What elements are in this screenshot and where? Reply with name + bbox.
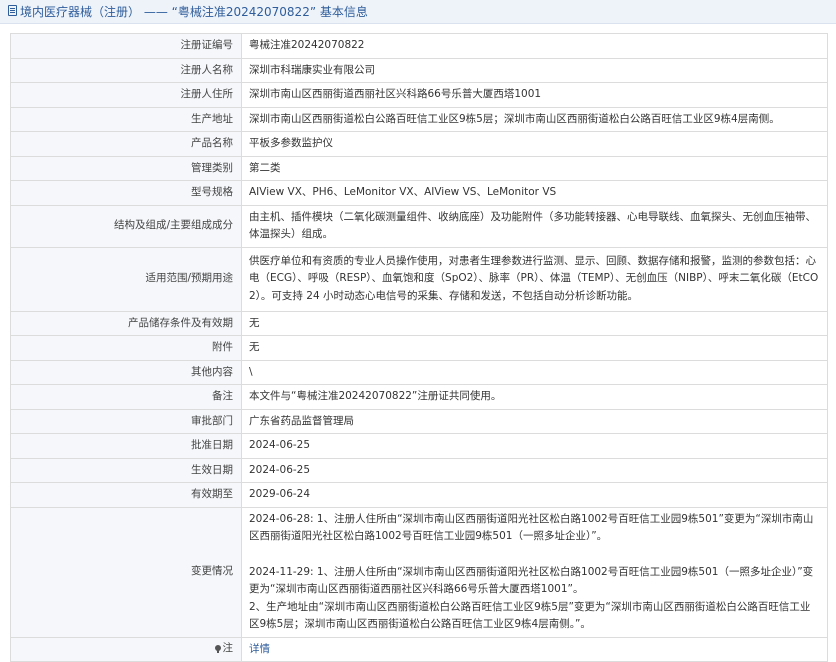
row-value: 供医疗单位和有资质的专业人员操作使用，对患者生理参数进行监测、显示、回顾、数据存… bbox=[241, 246, 828, 312]
note-label: 注 bbox=[214, 640, 234, 658]
change-history: 2024-06-28: 1、注册人住所由“深圳市南山区西丽街道阳光社区松白路10… bbox=[241, 506, 828, 638]
row-value: 第二类 bbox=[241, 155, 828, 181]
table-row-changes: 变更情况 2024-06-28: 1、注册人住所由“深圳市南山区西丽街道阳光社区松… bbox=[10, 506, 828, 638]
row-value: 本文件与“粤械注准20242070822”注册证共同使用。 bbox=[241, 384, 828, 410]
row-value: 2029-06-24 bbox=[241, 482, 828, 508]
row-label: 产品名称 bbox=[10, 131, 242, 157]
change-entry: 2024-06-28: 1、注册人住所由“深圳市南山区西丽街道阳光社区松白路10… bbox=[249, 512, 814, 543]
row-label: 其他内容 bbox=[10, 359, 242, 385]
row-value: 无 bbox=[241, 335, 828, 361]
table-row: 适用范围/预期用途 供医疗单位和有资质的专业人员操作使用，对患者生理参数进行监测、… bbox=[10, 246, 828, 312]
row-label: 结构及组成/主要组成成分 bbox=[10, 204, 242, 248]
document-icon bbox=[8, 5, 17, 16]
table-row: 生效日期 2024-06-25 bbox=[10, 457, 828, 483]
row-label: 变更情况 bbox=[10, 506, 242, 638]
change-entry: 2024-11-29: 1、注册人住所由“深圳市南山区西丽街道阳光社区松白路10… bbox=[249, 565, 814, 631]
row-value: 无 bbox=[241, 310, 828, 336]
table-row: 备注 本文件与“粤械注准20242070822”注册证共同使用。 bbox=[10, 384, 828, 410]
table-row: 型号规格 AIView VX、PH6、LeMonitor VX、AIView VS… bbox=[10, 180, 828, 206]
row-label: 产品储存条件及有效期 bbox=[10, 310, 242, 336]
page-title: 境内医疗器械（注册） —— “粤械注准20242070822” 基本信息 bbox=[20, 5, 368, 19]
note-value: 详情 bbox=[241, 636, 828, 662]
row-label: 生效日期 bbox=[10, 457, 242, 483]
row-value: 2024-06-25 bbox=[241, 457, 828, 483]
note-label-cell: 注 bbox=[10, 636, 242, 662]
row-value: 平板多参数监护仪 bbox=[241, 131, 828, 157]
row-label: 注册人住所 bbox=[10, 82, 242, 108]
row-value: 广东省药品监督管理局 bbox=[241, 408, 828, 434]
table-row: 产品名称 平板多参数监护仪 bbox=[10, 131, 828, 157]
table-row: 生产地址 深圳市南山区西丽街道松白公路百旺信工业区9栋5层；深圳市南山区西丽街道松… bbox=[10, 106, 828, 132]
pin-icon bbox=[214, 644, 221, 653]
row-label: 批准日期 bbox=[10, 433, 242, 459]
row-value: AIView VX、PH6、LeMonitor VX、AIView VS、LeM… bbox=[241, 180, 828, 206]
row-label: 生产地址 bbox=[10, 106, 242, 132]
page-header: 境内医疗器械（注册） —— “粤械注准20242070822” 基本信息 bbox=[0, 0, 836, 24]
row-value: 深圳市科瑞康实业有限公司 bbox=[241, 57, 828, 83]
table-row: 产品储存条件及有效期无 bbox=[10, 310, 828, 336]
row-label: 管理类别 bbox=[10, 155, 242, 181]
row-value: 粤械注准20242070822 bbox=[241, 33, 828, 59]
row-value: 深圳市南山区西丽街道松白公路百旺信工业区9栋5层；深圳市南山区西丽街道松白公路百… bbox=[241, 106, 828, 132]
table-row: 审批部门 广东省药品监督管理局 bbox=[10, 408, 828, 434]
table-row: 有效期至 2029-06-24 bbox=[10, 482, 828, 508]
table-row: 注册人名称 深圳市科瑞康实业有限公司 bbox=[10, 57, 828, 83]
row-value: 2024-06-25 bbox=[241, 433, 828, 459]
table-row: 附件无 bbox=[10, 335, 828, 361]
row-label: 备注 bbox=[10, 384, 242, 410]
table-row: 其他内容 \ bbox=[10, 359, 828, 385]
row-label: 注册证编号 bbox=[10, 33, 242, 59]
row-label: 适用范围/预期用途 bbox=[10, 246, 242, 312]
info-table: 注册证编号 粤械注准20242070822 注册人名称 深圳市科瑞康实业有限公司 注册人… bbox=[10, 33, 828, 662]
row-value: 由主机、插件模块（二氧化碳测量组件、收纳底座）及功能附件（多功能转接器、心电导联… bbox=[241, 204, 828, 248]
row-label: 附件 bbox=[10, 335, 242, 361]
table-row: 注册人住所 深圳市南山区西丽街道西丽社区兴科路66号乐普大厦西塔1001 bbox=[10, 82, 828, 108]
table-row: 管理类别 第二类 bbox=[10, 155, 828, 181]
table-row: 结构及组成/主要组成成分 由主机、插件模块（二氧化碳测量组件、收纳底座）及功能附件… bbox=[10, 204, 828, 248]
row-label: 审批部门 bbox=[10, 408, 242, 434]
table-row: 注册证编号 粤械注准20242070822 bbox=[10, 33, 828, 59]
row-label: 型号规格 bbox=[10, 180, 242, 206]
row-label: 有效期至 bbox=[10, 482, 242, 508]
row-value: 深圳市南山区西丽街道西丽社区兴科路66号乐普大厦西塔1001 bbox=[241, 82, 828, 108]
row-label: 注册人名称 bbox=[10, 57, 242, 83]
table-row: 批准日期 2024-06-25 bbox=[10, 433, 828, 459]
note-label-text: 注 bbox=[222, 642, 234, 655]
details-link[interactable]: 详情 bbox=[249, 643, 270, 655]
table-row-note: 注 详情 bbox=[10, 636, 828, 662]
row-value: \ bbox=[241, 359, 828, 385]
